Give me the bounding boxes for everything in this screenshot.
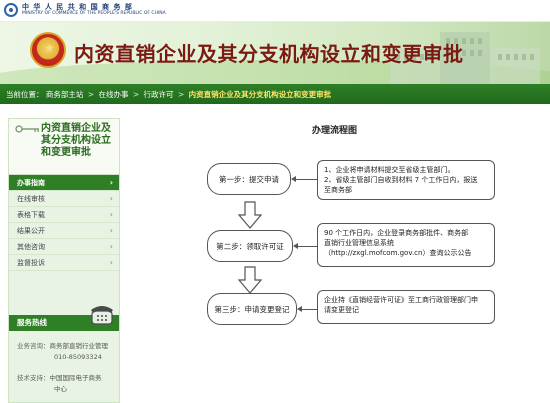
breadcrumb-bar: 当前位置： 商务部主站 > 在线办事 > 行政许可 > 内资直销企业及其分支机构… xyxy=(0,84,550,104)
hotline-title: 服务热线 xyxy=(17,318,47,327)
down-arrow-icon xyxy=(238,201,262,229)
national-emblem-icon: ★ xyxy=(30,32,66,68)
sidebar-item-consult[interactable]: 其他咨询 › xyxy=(9,239,119,255)
flow-note-1: 1、企业将申请材料提交至省级主管部门。 2、省级主管部门自收到材料 7 个工作日… xyxy=(317,160,495,200)
flow-note-line: 请变更登记 xyxy=(324,306,359,314)
top-strip: 中 华 人 民 共 和 国 商 务 部 MINISTRY OF COMMERCE… xyxy=(0,0,550,22)
sidebar-item-label: 表格下载 xyxy=(17,211,45,219)
flow-connector xyxy=(291,176,317,182)
flow-step-3: 第三步：申请变更登记 xyxy=(207,293,297,325)
telephone-icon xyxy=(91,306,113,325)
flow-note-line: 直销行业管理信息系统 xyxy=(324,239,394,247)
arrow-right-icon: › xyxy=(109,178,113,187)
down-arrow-icon xyxy=(238,266,262,294)
sidebar-nav: 办事指南 › 在线审核 › 表格下载 › 结果公开 › 其他咨询 › 监督投诉 › xyxy=(9,175,119,271)
page-banner: ★ 内资直销企业及其分支机构设立和变更审批 xyxy=(0,22,550,84)
consult-label: 业务咨询： xyxy=(17,342,50,350)
breadcrumb-item-license[interactable]: 行政许可 xyxy=(144,90,174,99)
breadcrumb-item-online[interactable]: 在线办事 xyxy=(98,90,128,99)
flow-step-label: 第三步：申请变更登记 xyxy=(214,304,290,314)
flow-note-2: 90 个工作日内，企业登录商务部批件、商务部 直销行业管理信息系统 （http:… xyxy=(317,223,495,267)
breadcrumb: 当前位置： 商务部主站 > 在线办事 > 行政许可 > 内资直销企业及其分支机构… xyxy=(6,89,331,100)
breadcrumb-item-home[interactable]: 商务部主站 xyxy=(46,90,84,99)
breadcrumb-item-current: 内资直销企业及其分支机构设立和变更审批 xyxy=(188,90,332,99)
flow-step-label: 第一步：提交申请 xyxy=(219,174,279,184)
arrow-right-icon: › xyxy=(109,226,113,235)
flow-step-1: 第一步：提交申请 xyxy=(207,163,291,195)
flow-note-line: 2、省级主管部门自收到材料 7 个工作日内，报送 xyxy=(324,176,478,184)
sidebar-item-label: 监督投诉 xyxy=(17,259,45,267)
ministry-name-en: MINISTRY OF COMMERCE OF THE PEOPLE'S REP… xyxy=(22,11,166,16)
sidebar-item-label: 其他咨询 xyxy=(17,243,45,251)
sidebar-item-complaint[interactable]: 监督投诉 › xyxy=(9,255,119,271)
sidebar-item-results[interactable]: 结果公开 › xyxy=(9,223,119,239)
hotline-info: 业务咨询：商务部直销行业管理 010-85093324 技术支持：中国国际电子商… xyxy=(9,331,119,395)
sidebar-item-label: 办事指南 xyxy=(17,179,45,187)
arrow-right-icon: › xyxy=(109,242,113,251)
flow-title: 办理流程图 xyxy=(312,126,358,136)
sidebar-item-online-review[interactable]: 在线审核 › xyxy=(9,191,119,207)
flow-note-3: 企业持《直销经营许可证》至工商行政管理部门申 请变更登记 xyxy=(317,290,495,324)
flow-note-line: 1、企业将申请材料提交至省级主管部门。 xyxy=(324,166,455,174)
sidebar-item-label: 在线审核 xyxy=(17,195,45,203)
flow-connector xyxy=(297,306,317,312)
breadcrumb-separator: > xyxy=(177,90,185,99)
breadcrumb-separator: > xyxy=(87,90,95,99)
flow-step-label: 第二步：领取许可证 xyxy=(216,241,284,251)
breadcrumb-separator: > xyxy=(132,90,140,99)
sidebar-item-guide[interactable]: 办事指南 › xyxy=(9,175,119,191)
ministry-logo-icon[interactable] xyxy=(4,3,18,17)
sidebar-item-label: 结果公开 xyxy=(17,227,45,235)
sidebar-header: 内资直销企业及其分支机构设立和变更审批 xyxy=(9,119,119,175)
flow-note-line: （http://zxgl.mofcom.gov.cn）查询公示公告 xyxy=(324,249,472,257)
hotline-header: 服务热线 xyxy=(9,306,119,331)
flow-connector xyxy=(293,243,317,249)
page-title: 内资直销企业及其分支机构设立和变更审批 xyxy=(74,42,464,66)
sidebar-title: 内资直销企业及其分支机构设立和变更审批 xyxy=(41,123,111,158)
support-label: 技术支持： xyxy=(17,374,50,382)
sidebar-item-forms[interactable]: 表格下载 › xyxy=(9,207,119,223)
flow-step-2: 第二步：领取许可证 xyxy=(207,230,293,262)
flow-note-line: 90 个工作日内，企业登录商务部批件、商务部 xyxy=(324,229,469,237)
key-icon xyxy=(15,125,39,133)
arrow-right-icon: › xyxy=(109,210,113,219)
support-org-cont: 中心 xyxy=(54,385,67,393)
arrow-right-icon: › xyxy=(109,194,113,203)
support-org: 中国国际电子商务 xyxy=(49,374,102,382)
sidebar: 内资直销企业及其分支机构设立和变更审批 办事指南 › 在线审核 › 表格下载 › 结果… xyxy=(8,118,120,403)
flow-note-line: 企业持《直销经营许可证》至工商行政管理部门申 xyxy=(324,296,478,304)
breadcrumb-prefix: 当前位置： xyxy=(6,90,44,99)
consult-org: 商务部直销行业管理 xyxy=(49,342,109,350)
consult-phone: 010-85093324 xyxy=(54,353,102,361)
arrow-right-icon: › xyxy=(109,258,113,267)
flow-note-line: 至商务部 xyxy=(324,186,352,194)
